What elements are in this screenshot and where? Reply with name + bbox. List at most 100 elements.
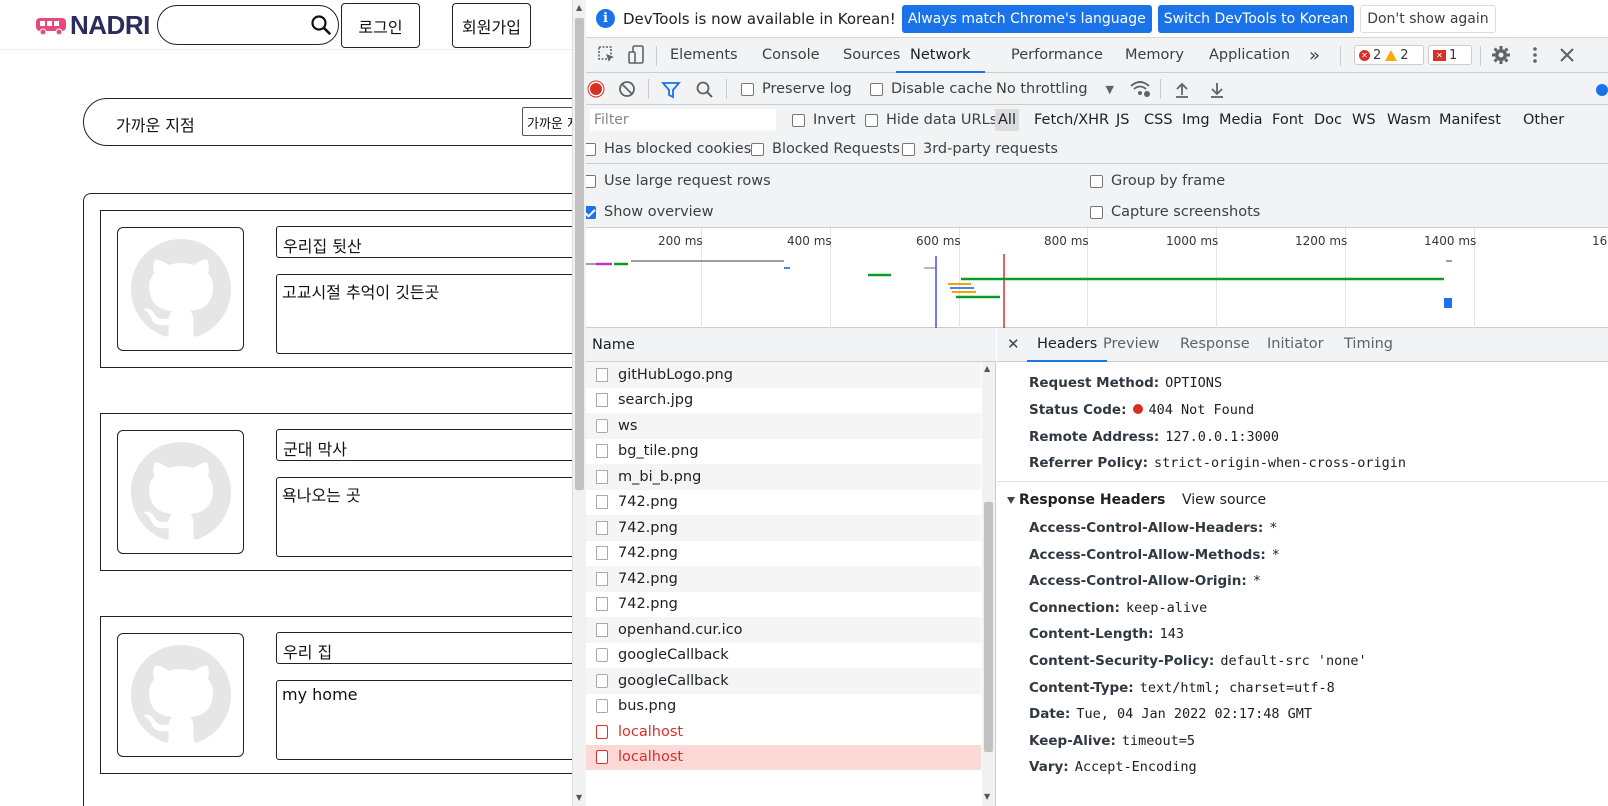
clear-icon[interactable] bbox=[616, 78, 638, 100]
filter-type-doc[interactable]: Doc bbox=[1314, 109, 1342, 131]
tab-elements[interactable]: Elements bbox=[670, 38, 738, 73]
checkbox-box[interactable] bbox=[870, 82, 883, 96]
third-party-requests-checkbox[interactable]: 3rd-party requests bbox=[902, 133, 1058, 165]
invert-checkbox[interactable]: Invert bbox=[792, 104, 856, 136]
checkbox-box[interactable] bbox=[902, 142, 915, 156]
always-match-language-button[interactable]: Always match Chrome's language bbox=[901, 4, 1152, 33]
site-search-input[interactable] bbox=[157, 5, 339, 45]
request-row[interactable]: search.jpg bbox=[586, 388, 981, 414]
tab-memory[interactable]: Memory bbox=[1125, 38, 1184, 73]
login-button[interactable]: 로그인 bbox=[341, 3, 420, 48]
view-source-link[interactable]: View source bbox=[1182, 492, 1266, 508]
switch-to-korean-button[interactable]: Switch DevTools to Korean bbox=[1157, 4, 1355, 33]
checkbox-box-checked[interactable] bbox=[586, 205, 596, 219]
blocked-requests-checkbox[interactable]: Blocked Requests bbox=[751, 133, 900, 165]
filter-type-other[interactable]: Other bbox=[1523, 109, 1564, 131]
tab-initiator[interactable]: Initiator bbox=[1267, 328, 1324, 362]
tab-response[interactable]: Response bbox=[1180, 328, 1250, 362]
search-icon[interactable] bbox=[310, 14, 332, 36]
filter-type-js[interactable]: JS bbox=[1116, 109, 1129, 131]
more-options-icon[interactable] bbox=[1524, 44, 1546, 66]
request-row[interactable]: m_bi_b.png bbox=[586, 464, 981, 490]
scroll-down-icon[interactable]: ▼ bbox=[576, 793, 582, 802]
filter-type-fetch-xhr[interactable]: Fetch/XHR bbox=[1034, 109, 1109, 131]
throttling-select[interactable]: No throttling ▼ bbox=[996, 73, 1114, 105]
close-devtools-icon[interactable] bbox=[1556, 44, 1578, 66]
record-icon[interactable] bbox=[586, 78, 607, 100]
close-icon[interactable]: ✕ bbox=[1007, 335, 1020, 353]
response-headers-toggle[interactable]: Response Headers bbox=[1007, 492, 1165, 508]
checkbox-box[interactable] bbox=[792, 113, 805, 127]
group-by-frame-checkbox[interactable]: Group by frame bbox=[1090, 165, 1225, 197]
filter-type-img[interactable]: Img bbox=[1182, 109, 1210, 131]
filter-type-font[interactable]: Font bbox=[1272, 109, 1304, 131]
filter-type-wasm[interactable]: Wasm bbox=[1387, 109, 1431, 131]
request-row[interactable]: 742.png bbox=[586, 566, 981, 592]
checkbox-box[interactable] bbox=[1090, 174, 1103, 188]
request-row[interactable]: googleCallback bbox=[586, 643, 981, 669]
request-row[interactable]: gitHubLogo.png bbox=[586, 362, 981, 388]
request-row[interactable]: googleCallback bbox=[586, 668, 981, 694]
filter-type-css[interactable]: CSS bbox=[1144, 109, 1173, 131]
tab-network[interactable]: Network bbox=[896, 38, 985, 73]
network-overview-timeline[interactable]: 200 ms 400 ms 600 ms 800 ms 1000 ms 1200… bbox=[586, 228, 1608, 328]
scroll-down-icon[interactable]: ▼ bbox=[984, 792, 990, 801]
tab-headers[interactable]: Headers bbox=[1027, 328, 1108, 362]
tab-performance[interactable]: Performance bbox=[1011, 38, 1103, 73]
checkbox-box[interactable] bbox=[586, 142, 596, 156]
network-conditions-icon[interactable] bbox=[1128, 78, 1152, 100]
site-logo[interactable]: NADRI bbox=[34, 10, 150, 41]
request-row[interactable]: 742.png bbox=[586, 490, 981, 516]
filter-type-all[interactable]: All bbox=[995, 109, 1019, 131]
filter-input[interactable]: Filter bbox=[590, 109, 776, 131]
request-row[interactable]: openhand.cur.ico bbox=[586, 617, 981, 643]
checkbox-box[interactable] bbox=[741, 82, 754, 96]
inspect-element-icon[interactable] bbox=[596, 44, 618, 66]
signup-button[interactable]: 회원가입 bbox=[452, 3, 531, 48]
search-icon[interactable] bbox=[694, 79, 716, 101]
checkbox-box[interactable] bbox=[751, 142, 764, 156]
has-blocked-cookies-checkbox[interactable]: Has blocked cookies bbox=[586, 133, 751, 165]
console-counts-badge[interactable]: ✕ 2 2 bbox=[1354, 45, 1424, 65]
filter-type-ws[interactable]: WS bbox=[1352, 109, 1376, 131]
request-row[interactable]: bg_tile.png bbox=[586, 439, 981, 465]
request-row[interactable]: bus.png bbox=[586, 694, 981, 720]
checkbox-box[interactable] bbox=[586, 174, 596, 188]
device-toolbar-icon[interactable] bbox=[626, 44, 648, 66]
request-row[interactable]: 742.png bbox=[586, 541, 981, 567]
preserve-log-checkbox[interactable]: Preserve log bbox=[741, 73, 852, 105]
tab-console[interactable]: Console bbox=[762, 38, 820, 73]
branch-search-bar[interactable]: 가까운 지점 가까운 지점 bbox=[83, 98, 572, 146]
scroll-up-icon[interactable]: ▲ bbox=[984, 364, 990, 373]
show-overview-checkbox[interactable]: Show overview bbox=[586, 196, 713, 228]
request-row[interactable]: ws bbox=[586, 413, 981, 439]
capture-screenshots-checkbox[interactable]: Capture screenshots bbox=[1090, 196, 1260, 228]
page-scrollbar-thumb[interactable] bbox=[575, 18, 584, 490]
large-rows-checkbox[interactable]: Use large request rows bbox=[586, 165, 771, 197]
column-header-name[interactable]: Name bbox=[586, 328, 996, 362]
tab-timing[interactable]: Timing bbox=[1344, 328, 1393, 362]
hide-data-urls-checkbox[interactable]: Hide data URLs bbox=[865, 104, 997, 136]
place-card[interactable]: 우리 집 my home bbox=[100, 616, 572, 774]
request-list-scrollbar-thumb[interactable] bbox=[984, 502, 993, 752]
request-row[interactable]: 742.png bbox=[586, 592, 981, 618]
more-tabs-button[interactable]: » bbox=[1309, 38, 1320, 73]
settings-gear-icon[interactable] bbox=[1490, 44, 1512, 66]
tab-application[interactable]: Application bbox=[1209, 38, 1290, 73]
tab-sources[interactable]: Sources bbox=[843, 38, 900, 73]
place-card[interactable]: 우리집 뒷산 고교시절 추억이 깃든곳 bbox=[100, 210, 572, 368]
page-scrollbar[interactable]: ▲ ▼ bbox=[572, 0, 586, 806]
request-row[interactable]: 742.png bbox=[586, 515, 981, 541]
checkbox-box[interactable] bbox=[1090, 205, 1103, 219]
branch-select[interactable]: 가까운 지점 bbox=[522, 107, 572, 136]
filter-type-media[interactable]: Media bbox=[1219, 109, 1263, 131]
import-har-icon[interactable] bbox=[1171, 79, 1193, 101]
checkbox-box[interactable] bbox=[865, 113, 878, 127]
filter-icon[interactable] bbox=[660, 79, 682, 101]
disable-cache-checkbox[interactable]: Disable cache bbox=[870, 73, 992, 105]
issues-badge[interactable]: ✕ 1 bbox=[1428, 45, 1472, 65]
place-card[interactable]: 군대 막사 욕나오는 곳 bbox=[100, 413, 572, 571]
filter-type-manifest[interactable]: Manifest bbox=[1439, 109, 1501, 131]
tab-preview[interactable]: Preview bbox=[1103, 328, 1159, 362]
dont-show-again-button[interactable]: Don't show again bbox=[1360, 4, 1496, 33]
